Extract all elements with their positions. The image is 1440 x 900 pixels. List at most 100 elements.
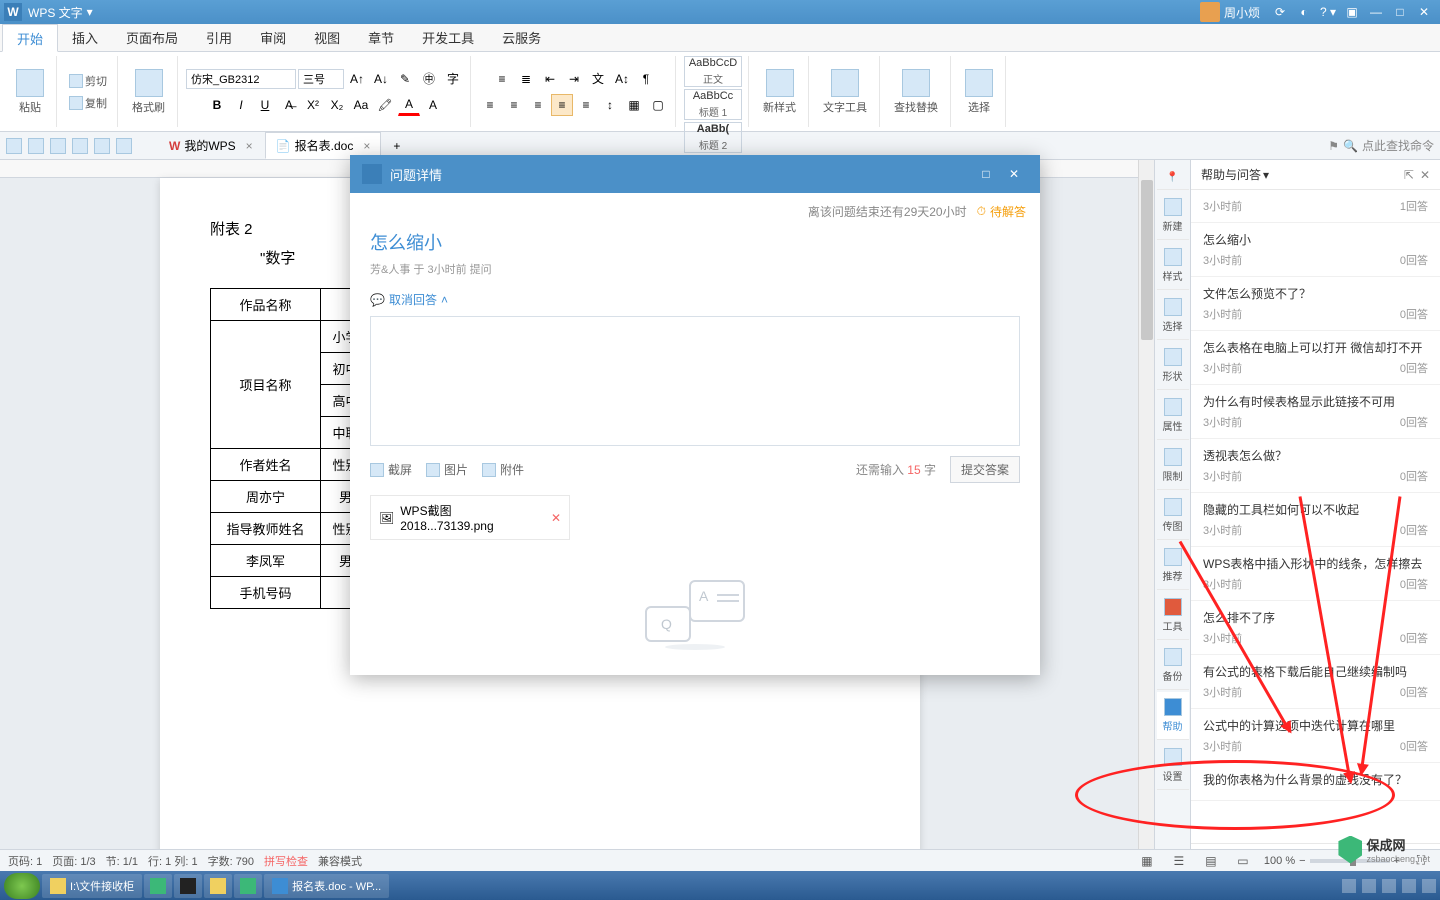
task-music[interactable] <box>234 874 262 898</box>
view-web-icon[interactable]: ▤ <box>1200 850 1222 872</box>
qa-item[interactable]: WPS表格中插入形状中的线条，怎样擦去3小时前0回答 <box>1191 547 1440 601</box>
task-notes[interactable] <box>204 874 232 898</box>
scroll-thumb[interactable] <box>1141 180 1153 340</box>
st-select[interactable]: 选择 <box>1157 292 1189 340</box>
answer-textarea[interactable] <box>370 316 1020 446</box>
tab-cloud[interactable]: 云服务 <box>488 24 555 51</box>
st-limit[interactable]: 限制 <box>1157 442 1189 490</box>
cell[interactable]: 周亦宁 <box>211 481 321 513</box>
tray-icon[interactable] <box>1422 879 1436 893</box>
texttool-button[interactable]: 文字工具 <box>817 56 873 127</box>
qa-print-icon[interactable] <box>50 138 66 154</box>
align-justify-button[interactable]: ≡ <box>551 94 573 116</box>
status-pages[interactable]: 页面: 1/3 <box>52 853 95 869</box>
status-words[interactable]: 字数: 790 <box>208 853 254 869</box>
chevron-down-icon[interactable]: ▾ <box>1263 168 1269 182</box>
st-settings[interactable]: 设置 <box>1157 742 1189 790</box>
border-button[interactable]: ▢ <box>647 94 669 116</box>
view-print-icon[interactable]: ▦ <box>1136 850 1158 872</box>
attachment-chip[interactable]: 🖼 WPS截图2018...73139.png ✕ <box>370 495 570 540</box>
st-recommend[interactable]: 推荐 <box>1157 542 1189 590</box>
qa-list[interactable]: 怎么缩小3小时前0回答文件怎么预览不了？3小时前0回答怎么表格在电脑上可以打开 … <box>1191 223 1440 843</box>
char-border-button[interactable]: 字 <box>442 68 464 90</box>
bullets-button[interactable]: ≡ <box>491 68 513 90</box>
findreplace-button[interactable]: 查找替换 <box>888 56 944 127</box>
status-section[interactable]: 节: 1/1 <box>106 853 138 869</box>
select-button[interactable]: 选择 <box>959 56 999 127</box>
size-select[interactable]: 三号 <box>298 69 344 89</box>
st-help[interactable]: 帮助 <box>1157 692 1189 740</box>
minimize-icon[interactable]: — <box>1364 5 1388 19</box>
tab-insert[interactable]: 插入 <box>58 24 112 51</box>
grow-font-button[interactable]: A↑ <box>346 68 368 90</box>
highlight-button[interactable]: 🖍 <box>374 94 396 116</box>
cell[interactable]: 指导教师姓名 <box>211 513 321 545</box>
task-player[interactable] <box>144 874 172 898</box>
qa-save-icon[interactable] <box>28 138 44 154</box>
cancel-reply-button[interactable]: 💬取消回答˄ <box>370 291 1020 308</box>
image-button[interactable]: 图片 <box>426 461 468 478</box>
qa-item[interactable]: 3小时前1回答 <box>1191 190 1440 223</box>
align-right-button[interactable]: ≡ <box>527 94 549 116</box>
task-explorer[interactable]: I:\文件接收柜 <box>42 874 142 898</box>
tab-reference[interactable]: 引用 <box>192 24 246 51</box>
st-style[interactable]: 样式 <box>1157 242 1189 290</box>
line-spacing-button[interactable]: ↕ <box>599 94 621 116</box>
subscript-button[interactable]: X₂ <box>326 94 348 116</box>
align-left-button[interactable]: ≡ <box>479 94 501 116</box>
bold-button[interactable]: B <box>206 94 228 116</box>
cell[interactable]: 项目名称 <box>211 321 321 449</box>
dialog-header[interactable]: 问题详情 □ ✕ <box>350 155 1040 193</box>
qa-item[interactable]: 为什么有时候表格显示此链接不可用3小时前0回答 <box>1191 385 1440 439</box>
screenshot-button[interactable]: 截屏 <box>370 461 412 478</box>
pin-icon[interactable]: 📍 <box>1157 166 1189 190</box>
cell[interactable]: 李凤军 <box>211 545 321 577</box>
newstyle-button[interactable]: 新样式 <box>757 56 802 127</box>
align-distribute-button[interactable]: A↕ <box>611 68 633 90</box>
tab-start[interactable]: 开始 <box>2 24 58 52</box>
clear-format-button[interactable]: ✎ <box>394 68 416 90</box>
st-prop[interactable]: 属性 <box>1157 392 1189 440</box>
st-shape[interactable]: 形状 <box>1157 342 1189 390</box>
qa-item[interactable]: 文件怎么预览不了？3小时前0回答 <box>1191 277 1440 331</box>
change-case-button[interactable]: Aa <box>350 94 372 116</box>
close-icon[interactable]: ✕ <box>1412 5 1436 19</box>
style-h2[interactable]: AaBb(标题 2 <box>684 122 742 153</box>
qa-item[interactable]: 怎么缩小3小时前0回答 <box>1191 223 1440 277</box>
tab-review[interactable]: 审阅 <box>246 24 300 51</box>
qa-open-icon[interactable] <box>6 138 22 154</box>
superscript-button[interactable]: X² <box>302 94 324 116</box>
numbering-button[interactable]: ≣ <box>515 68 537 90</box>
align-dist-button[interactable]: ≡ <box>575 94 597 116</box>
formatpaint-button[interactable]: 格式刷 <box>126 56 171 127</box>
tray-icon[interactable] <box>1362 879 1376 893</box>
zoom-out-icon[interactable]: − <box>1299 855 1305 867</box>
outdent-button[interactable]: ⇤ <box>539 68 561 90</box>
qa-item[interactable]: 公式中的计算选项中迭代计算在哪里3小时前0回答 <box>1191 709 1440 763</box>
vscrollbar[interactable] <box>1138 160 1154 880</box>
cut-button[interactable]: 剪切 <box>65 71 111 91</box>
status-compat[interactable]: 兼容模式 <box>318 853 362 869</box>
tab-developer[interactable]: 开发工具 <box>408 24 488 51</box>
cell[interactable]: 作品名称 <box>211 289 321 321</box>
status-spell[interactable]: 拼写检查 <box>264 853 308 869</box>
attachment-button[interactable]: 附件 <box>482 461 524 478</box>
phonetic-button[interactable]: ㊥ <box>418 68 440 90</box>
qa-item[interactable]: 有公式的表格下载后能自己继续编制吗3小时前0回答 <box>1191 655 1440 709</box>
qa-preview-icon[interactable] <box>72 138 88 154</box>
dialog-close-icon[interactable]: ✕ <box>1000 167 1028 181</box>
sync-icon[interactable]: ⟳ <box>1268 5 1292 19</box>
start-button[interactable] <box>4 873 40 899</box>
qa-item[interactable]: 怎么表格在电脑上可以打开 微信却打不开3小时前0回答 <box>1191 331 1440 385</box>
restore-icon[interactable]: ▣ <box>1340 5 1364 19</box>
char-shade-button[interactable]: A <box>422 94 444 116</box>
paste-button[interactable]: 粘贴 <box>10 56 50 127</box>
font-color-button[interactable]: A <box>398 94 420 116</box>
cloud-icon[interactable]: ◐ <box>1292 5 1316 19</box>
user-area[interactable]: 周小烦 <box>1200 2 1260 22</box>
command-search[interactable]: ⚑ 🔍 点此查找命令 <box>1328 137 1434 154</box>
submit-answer-button[interactable]: 提交答案 <box>950 456 1020 483</box>
underline-button[interactable]: U <box>254 94 276 116</box>
qa-item[interactable]: 透视表怎么做？3小时前0回答 <box>1191 439 1440 493</box>
st-new[interactable]: 新建 <box>1157 192 1189 240</box>
